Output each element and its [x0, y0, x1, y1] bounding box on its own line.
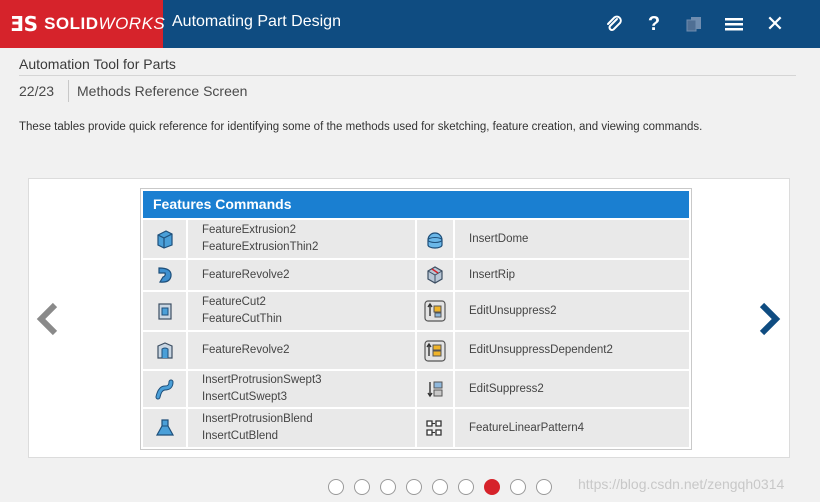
- table-cell: EditSuppress2: [455, 371, 689, 407]
- linear-pattern-icon: [417, 409, 453, 447]
- method-name: InsertDome: [469, 232, 529, 245]
- method-name: InsertProtrusionBlend: [202, 413, 313, 425]
- extrusion-icon: [143, 220, 186, 258]
- brand-name: SOLIDWORKS: [44, 14, 165, 34]
- unsuppress-icon: [417, 292, 453, 330]
- method-name: FeatureRevolve2: [202, 344, 290, 356]
- app-title: Automating Part Design: [172, 13, 341, 30]
- pagination-dot[interactable]: [406, 479, 422, 495]
- table-cell: EditUnsuppress2: [455, 292, 689, 330]
- features-commands-table: Features Commands FeatureExtrusion2 Feat…: [140, 188, 692, 450]
- page-name: Methods Reference Screen: [77, 83, 248, 99]
- method-name: FeatureLinearPattern4: [469, 421, 585, 434]
- method-name: FeatureCut2: [202, 296, 266, 308]
- dome-icon: [417, 220, 453, 258]
- table-cell: FeatureExtrusion2 FeatureExtrusionThin2: [188, 220, 415, 258]
- table-cell: InsertRip: [455, 260, 689, 290]
- table-cell: InsertProtrusionSwept3 InsertCutSwept3: [188, 371, 415, 407]
- close-icon[interactable]: ✕: [757, 8, 793, 40]
- method-name: FeatureCutThin: [202, 313, 282, 325]
- pagination-dot[interactable]: [380, 479, 396, 495]
- revolve-cut-icon: [143, 332, 186, 369]
- table-cell: FeatureRevolve2: [188, 332, 415, 369]
- rip-icon: [417, 260, 453, 290]
- brand-italic: WORKS: [98, 14, 166, 33]
- previous-arrow-icon[interactable]: [33, 300, 63, 338]
- ds-logo-mark: ƎS: [10, 12, 39, 36]
- table-cell: InsertDome: [455, 220, 689, 258]
- table-cell: InsertProtrusionBlend InsertCutBlend: [188, 409, 415, 447]
- next-arrow-icon[interactable]: [754, 300, 784, 338]
- method-name: FeatureExtrusionThin2: [202, 241, 319, 253]
- table-cell: FeatureCut2 FeatureCutThin: [188, 292, 415, 330]
- method-name: InsertRip: [469, 268, 516, 281]
- pagination-dot[interactable]: [328, 479, 344, 495]
- table-cell: EditUnsuppressDependent2: [455, 332, 689, 369]
- table-cell: FeatureLinearPattern4: [455, 409, 689, 447]
- cut-icon: [143, 292, 186, 330]
- method-name: InsertCutSwept3: [202, 391, 288, 403]
- method-name: InsertProtrusionSwept3: [202, 374, 322, 386]
- menu-icon[interactable]: [716, 8, 752, 40]
- pagination-dot[interactable]: [536, 479, 552, 495]
- divider: [19, 75, 796, 76]
- pagination-dot[interactable]: [510, 479, 526, 495]
- help-icon[interactable]: ?: [636, 8, 672, 40]
- unsuppress-dependent-icon: [417, 332, 453, 369]
- page-title: Automation Tool for Parts: [19, 56, 176, 72]
- paperclip-icon[interactable]: [596, 8, 632, 40]
- pagination-dot[interactable]: [354, 479, 370, 495]
- table-title: Features Commands: [143, 191, 689, 218]
- method-name: FeatureExtrusion2: [202, 224, 296, 236]
- method-name: InsertCutBlend: [202, 430, 279, 442]
- method-name: FeatureRevolve2: [202, 268, 290, 281]
- pagination-dot[interactable]: [432, 479, 448, 495]
- revolve-icon: [143, 260, 186, 290]
- watermark: https://blog.csdn.net/zengqh0314: [578, 476, 785, 492]
- page-counter: 22/23: [19, 83, 55, 99]
- swept-icon: [143, 371, 186, 407]
- method-name: EditUnsuppressDependent2: [469, 344, 613, 356]
- method-name: EditUnsuppress2: [469, 304, 557, 317]
- solidworks-logo: ƎS SOLIDWORKS: [0, 0, 165, 48]
- pages-icon: [676, 8, 712, 40]
- page-separator: [68, 80, 69, 102]
- suppress-icon: [417, 371, 453, 407]
- brand-bold: SOLID: [44, 14, 99, 33]
- pagination-dot[interactable]: [484, 479, 500, 495]
- method-name: EditSuppress2: [469, 382, 544, 395]
- blend-icon: [143, 409, 186, 447]
- pagination-dot[interactable]: [458, 479, 474, 495]
- table-cell: FeatureRevolve2: [188, 260, 415, 290]
- intro-text: These tables provide quick reference for…: [19, 121, 703, 133]
